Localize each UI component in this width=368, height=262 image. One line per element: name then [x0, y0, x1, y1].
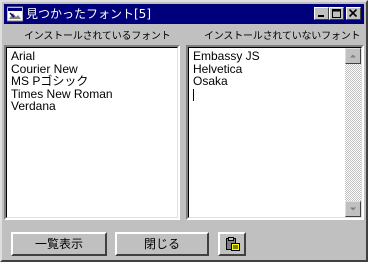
maximize-button[interactable] — [329, 7, 344, 20]
installed-fonts-list[interactable]: Arial Courier New MS Pゴシック Times New Rom… — [4, 45, 180, 220]
minimize-button[interactable] — [314, 7, 329, 20]
scroll-down-button[interactable] — [345, 201, 361, 217]
list-item[interactable]: Verdana — [7, 100, 177, 113]
text-cursor — [193, 88, 194, 101]
main-window: 見つかったフォント[5] インストールされているフォント インストールされていな… — [0, 0, 368, 262]
list-item[interactable]: Arial — [7, 50, 177, 63]
arrow-up-icon — [350, 54, 356, 58]
close-button[interactable]: 閉じる — [115, 232, 209, 256]
not-installed-fonts-textarea[interactable]: Embassy JS Helvetica Osaka — [186, 45, 364, 220]
minimize-icon — [318, 15, 324, 17]
clipboard-paste-icon — [226, 237, 240, 251]
list-item[interactable]: Embassy JS — [189, 50, 361, 63]
list-item[interactable]: Osaka — [189, 75, 361, 88]
maximize-icon — [332, 9, 341, 18]
window-title: 見つかったフォント[5] — [26, 7, 151, 21]
vertical-scrollbar[interactable] — [345, 48, 361, 217]
app-window-icon — [7, 6, 23, 22]
close-icon — [348, 9, 358, 18]
title-bar[interactable]: 見つかったフォント[5] — [4, 4, 364, 24]
list-item[interactable]: MS Pゴシック — [7, 75, 177, 88]
arrow-down-icon — [350, 207, 356, 211]
installed-fonts-label: インストールされているフォント — [24, 31, 171, 42]
paste-button[interactable] — [218, 232, 246, 256]
scroll-up-button[interactable] — [345, 48, 361, 64]
close-window-button[interactable] — [346, 7, 361, 20]
show-list-button[interactable]: 一覧表示 — [11, 232, 107, 256]
not-installed-fonts-label: インストールされていないフォント — [204, 31, 361, 42]
